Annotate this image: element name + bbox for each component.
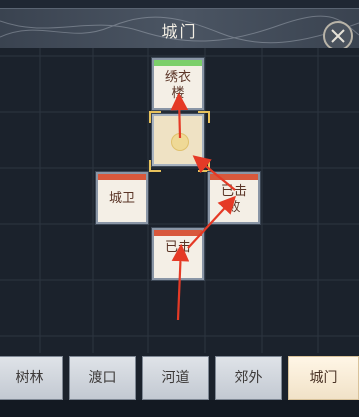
route-arrow [187,195,236,249]
route-arrow [170,92,189,139]
route-arrow [171,243,190,321]
route-arrow [192,155,236,191]
tab-area-5[interactable]: 城门 [288,356,359,400]
tab-area-3[interactable]: 河道 [142,356,209,400]
tab-area-4[interactable]: 郊外 [215,356,282,400]
tab-area-2[interactable]: 渡口 [69,356,136,400]
tab-bar-base [0,400,359,417]
tab-area-1[interactable]: 树林 [0,356,63,400]
map-panel: 城门 绣衣 楼 城卫 已击 败 已击 树林 渡口 河道 郊外 城门 [0,0,359,417]
